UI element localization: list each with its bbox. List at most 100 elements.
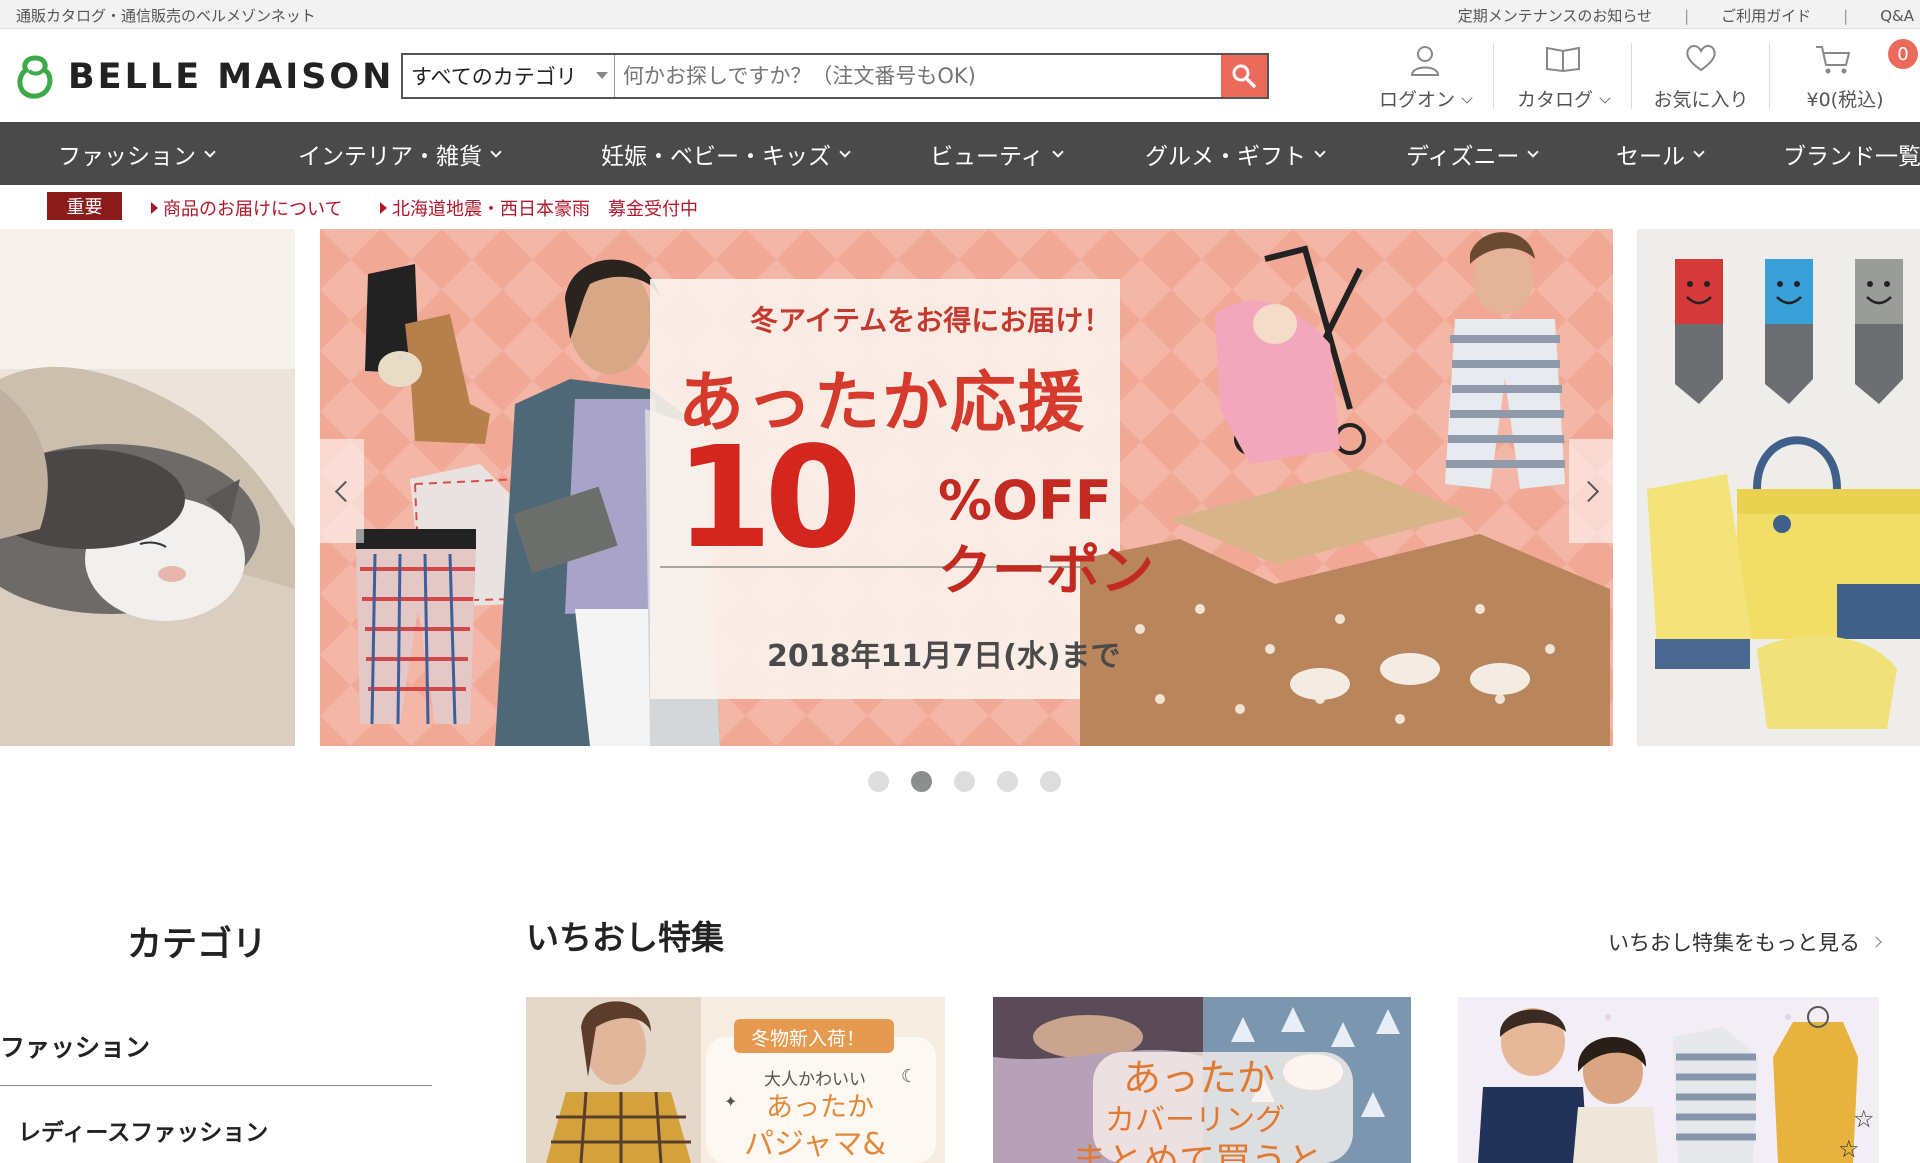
main-nav: ファッション インテリア・雑貨 妊娠・ベビー・キッズ ビューティ グルメ・ギフト… xyxy=(0,122,1920,185)
catalog-book-icon xyxy=(1546,46,1580,73)
carousel-dot[interactable] xyxy=(868,771,889,792)
card-line3: まとめて買うと xyxy=(1071,1141,1324,1163)
search-button[interactable] xyxy=(1221,55,1267,97)
hero-carousel: 冬アイテムをお得にお届け！ あったか応援 10 %OFF クーポン 2018年1… xyxy=(0,229,1920,746)
carousel-next-button[interactable] xyxy=(1569,439,1613,543)
notice-link-label: 北海道地震・西日本豪雨 募金受付中 xyxy=(392,199,698,220)
featured-card-pajama[interactable]: ✦ ☾ 冬物新入荷！ 大人かわいい あったか パジャマ& xyxy=(526,997,945,1163)
nav-item-label: セール xyxy=(1616,143,1685,170)
carousel-slide-prev[interactable] xyxy=(0,229,295,746)
cart-count-badge: 0 xyxy=(1888,39,1918,69)
cart-button[interactable]: 0 ¥0(税込) xyxy=(1770,29,1920,122)
chevron-down-icon xyxy=(490,145,502,158)
carousel-slide-next[interactable] xyxy=(1637,229,1920,746)
chevron-down-icon xyxy=(1599,92,1611,104)
nav-item-brands[interactable]: ブランド一覧 xyxy=(1783,122,1920,185)
featured-more-label: いちおし特集をもっと見る xyxy=(1608,931,1860,955)
nav-item-beauty[interactable]: ビューティ xyxy=(930,122,1064,185)
carousel-slide-active[interactable]: 冬アイテムをお得にお届け！ あったか応援 10 %OFF クーポン 2018年1… xyxy=(320,229,1613,746)
header-actions: ログオン カタログ お気に入り 0 ¥0(税込) xyxy=(1356,29,1920,122)
banner-deadline: 2018年11月7日(水)まで xyxy=(767,639,1121,674)
nav-item-label: ブランド一覧 xyxy=(1783,143,1920,170)
svg-text:☆: ☆ xyxy=(1853,1105,1875,1133)
qa-link[interactable]: Q&A xyxy=(1880,7,1914,25)
cart-icon xyxy=(1816,46,1851,74)
banner-discount-number: 10 xyxy=(675,417,862,580)
site-tagline: 通販カタログ・通信販売のベルメゾンネット xyxy=(16,7,316,25)
category-item-fashion[interactable]: ファッション xyxy=(0,1028,150,1064)
cat-photo-image xyxy=(0,229,295,746)
nav-item-label: グルメ・ギフト xyxy=(1145,143,1306,170)
svg-text:✦: ✦ xyxy=(724,1092,737,1111)
notice-link-label: 商品のお届けについて xyxy=(163,199,343,220)
card-tag: 冬物新入荷！ xyxy=(751,1028,866,1050)
site-logo[interactable]: BELLE MAISON xyxy=(16,54,394,100)
logo-mark-icon xyxy=(17,55,53,99)
kids-goods-image xyxy=(1637,229,1920,746)
logo-text: BELLE MAISON xyxy=(68,57,395,97)
svg-text:☾: ☾ xyxy=(901,1066,917,1087)
separator: | xyxy=(1843,6,1849,25)
favorites-button[interactable]: お気に入り xyxy=(1632,29,1770,122)
maintenance-link[interactable]: 定期メンテナンスのお知らせ xyxy=(1458,5,1652,26)
carousel-dot[interactable] xyxy=(1040,771,1061,792)
chevron-down-icon xyxy=(1527,145,1540,158)
search-bar: すべてのカテゴリ xyxy=(401,53,1269,99)
featured-more-link[interactable]: いちおし特集をもっと見る xyxy=(1608,927,1882,957)
chevron-down-icon xyxy=(596,72,608,79)
carousel-dot[interactable] xyxy=(954,771,975,792)
chevron-left-icon xyxy=(334,480,356,502)
chevron-down-icon xyxy=(204,145,216,158)
utility-links: 定期メンテナンスのお知らせ | ご利用ガイド | Q&A xyxy=(1458,5,1920,26)
svg-text:☆: ☆ xyxy=(1838,1135,1860,1163)
nav-item-gourmet-gift[interactable]: グルメ・ギフト xyxy=(1145,122,1326,185)
category-item-ladies-fashion[interactable]: レディースファッション xyxy=(18,1113,268,1147)
divider xyxy=(0,1085,432,1086)
nav-item-label: 妊娠・ベビー・キッズ xyxy=(601,143,831,170)
nav-item-sale[interactable]: セール xyxy=(1616,122,1705,185)
important-badge: 重要 xyxy=(47,192,122,220)
banner-subtitle: 冬アイテムをお得にお届け！ xyxy=(750,304,1112,337)
search-icon xyxy=(1232,64,1256,88)
notice-link-donation[interactable]: 北海道地震・西日本豪雨 募金受付中 xyxy=(380,195,698,221)
nav-item-disney[interactable]: ディズニー xyxy=(1406,122,1540,185)
search-category-label: すべてのカテゴリ xyxy=(411,65,577,89)
carousel-dot[interactable] xyxy=(997,771,1018,792)
category-heading: カテゴリ xyxy=(127,925,268,965)
card-line1: あったか xyxy=(1123,1056,1276,1100)
cart-total: ¥0(税込) xyxy=(1806,89,1884,111)
chevron-down-icon xyxy=(1693,145,1705,158)
favorites-label: お気に入り xyxy=(1653,89,1749,111)
nav-item-fashion[interactable]: ファッション xyxy=(58,122,216,185)
banner-discount-unit: %OFF xyxy=(938,469,1112,532)
banner-discount-word: クーポン xyxy=(938,539,1154,602)
heart-icon xyxy=(1686,45,1716,72)
carousel-pagination xyxy=(868,771,1061,792)
nav-item-baby-kids[interactable]: 妊娠・ベビー・キッズ xyxy=(601,122,851,185)
featured-heading: いちおし特集 xyxy=(526,918,724,957)
nav-item-label: インテリア・雑貨 xyxy=(298,143,482,170)
guide-link[interactable]: ご利用ガイド xyxy=(1721,5,1811,26)
chevron-down-icon xyxy=(1051,145,1064,158)
carousel-prev-button[interactable] xyxy=(320,439,364,543)
catalog-button[interactable]: カタログ xyxy=(1494,29,1632,122)
nav-item-interior[interactable]: インテリア・雑貨 xyxy=(298,122,502,185)
search-category-select[interactable]: すべてのカテゴリ xyxy=(403,55,615,97)
chevron-down-icon xyxy=(1461,92,1473,104)
nav-item-label: ファッション xyxy=(58,143,196,170)
login-button[interactable]: ログオン xyxy=(1356,29,1494,122)
nav-item-label: ビューティ xyxy=(930,143,1044,170)
chevron-right-icon xyxy=(1870,936,1882,948)
carousel-dot-active[interactable] xyxy=(911,771,932,792)
chevron-down-icon xyxy=(839,145,851,158)
search-input[interactable] xyxy=(615,55,1221,97)
notice-link-delivery[interactable]: 商品のお届けについて xyxy=(151,195,342,221)
triangle-right-icon xyxy=(151,202,158,214)
utility-bar: 通販カタログ・通信販売のベルメゾンネット 定期メンテナンスのお知らせ | ご利用… xyxy=(0,0,1920,29)
login-label: ログオン xyxy=(1378,89,1455,111)
featured-card-covering[interactable]: あったか カバーリング まとめて買うと xyxy=(993,997,1411,1163)
user-icon xyxy=(1410,46,1440,76)
catalog-label: カタログ xyxy=(1516,89,1593,111)
card-line3: パジャマ& xyxy=(744,1127,886,1162)
featured-card-kids[interactable]: ☆ ☆ xyxy=(1458,997,1879,1163)
